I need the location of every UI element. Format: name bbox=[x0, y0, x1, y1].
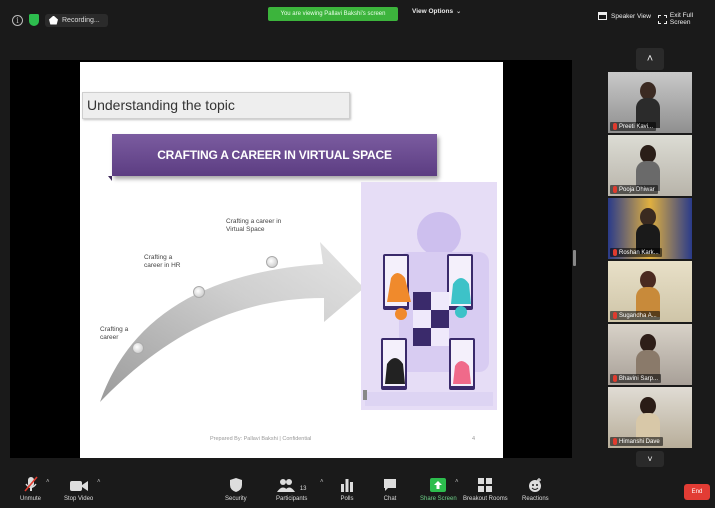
slide-page-number: 4 bbox=[472, 436, 476, 442]
meeting-toolbar: Unmute ˄ Stop Video ˄ Security 13 Partic… bbox=[0, 470, 715, 508]
step-marker-1 bbox=[132, 342, 144, 354]
participant-tile[interactable]: Himanshi Dave bbox=[608, 387, 692, 448]
step-label-3: Crafting a career in Virtual Space bbox=[226, 218, 282, 233]
participant-tile[interactable]: Pooja Dhiwar bbox=[608, 135, 692, 196]
step-marker-3 bbox=[266, 256, 278, 268]
share-screen-icon bbox=[430, 476, 447, 492]
slide-banner-text: CRAFTING A CAREER IN VIRTUAL SPACE bbox=[157, 148, 392, 162]
chevron-down-icon: ⌄ bbox=[456, 9, 462, 15]
stop-video-button[interactable]: Stop Video bbox=[64, 476, 93, 502]
polls-button[interactable]: Polls bbox=[340, 476, 354, 502]
participants-label: Participants bbox=[276, 496, 308, 502]
shield-icon[interactable] bbox=[29, 14, 39, 26]
chevron-down-icon[interactable]: ˅ bbox=[636, 451, 664, 467]
participant-name: Sugandha A... bbox=[619, 312, 657, 319]
participant-tile[interactable]: Preeti Kavi... bbox=[608, 72, 692, 133]
slide-banner: CRAFTING A CAREER IN VIRTUAL SPACE bbox=[112, 134, 437, 176]
mic-muted-icon bbox=[23, 476, 38, 492]
participants-icon: 13 bbox=[276, 476, 307, 492]
chat-icon bbox=[383, 476, 397, 492]
reactions-button[interactable]: Reactions bbox=[522, 476, 549, 502]
mic-muted-icon bbox=[613, 438, 617, 445]
security-button[interactable]: Security bbox=[225, 476, 247, 502]
polls-label: Polls bbox=[340, 496, 354, 502]
recording-indicator[interactable]: Recording... bbox=[45, 13, 108, 27]
participant-tile[interactable]: Roshan Kark... bbox=[608, 198, 692, 259]
viewing-screen-banner: You are viewing Pallavi Bakshi's screen bbox=[268, 7, 398, 21]
exit-fullscreen-icon bbox=[658, 14, 667, 24]
breakout-rooms-button[interactable]: Breakout Rooms bbox=[463, 476, 508, 502]
mic-muted-icon bbox=[613, 249, 617, 256]
security-icon bbox=[229, 476, 242, 492]
unmute-label: Unmute bbox=[20, 496, 42, 502]
gallery-resize-handle[interactable] bbox=[573, 250, 576, 266]
participant-name: Himanshi Dave bbox=[619, 438, 660, 445]
breakout-icon bbox=[478, 476, 493, 492]
participant-name: Preeti Kavi... bbox=[619, 123, 654, 130]
audio-options-caret[interactable]: ˄ bbox=[46, 479, 50, 485]
step-marker-2 bbox=[193, 286, 205, 298]
slide-title: Understanding the topic bbox=[87, 97, 235, 113]
mic-muted-icon bbox=[613, 312, 617, 319]
share-screen-label: Share Screen bbox=[420, 496, 457, 502]
participants-options-caret[interactable]: ˄ bbox=[320, 479, 324, 485]
zoom-meeting-window: i Recording... You are viewing Pallavi B… bbox=[0, 0, 715, 508]
end-meeting-button[interactable]: End bbox=[684, 484, 710, 500]
slide-footer: Prepared By: Pallavi Bakshi | Confidenti… bbox=[210, 436, 312, 442]
step-label-1: Crafting a career bbox=[100, 326, 129, 341]
view-options-button[interactable]: View Options ⌄ bbox=[412, 8, 461, 15]
recording-icon bbox=[49, 15, 58, 25]
virtual-team-illustration bbox=[361, 182, 497, 410]
speaker-view-label: Speaker View bbox=[611, 12, 651, 20]
speaker-view-icon bbox=[598, 12, 607, 20]
banner-fold bbox=[108, 176, 112, 181]
polls-icon bbox=[340, 476, 354, 492]
speaker-view-button[interactable]: Speaker View bbox=[598, 12, 651, 20]
presentation-slide: Understanding the topic CRAFTING A CAREE… bbox=[80, 62, 503, 458]
mic-muted-icon bbox=[613, 186, 617, 193]
exit-fullscreen-label: Exit Full Screen bbox=[669, 12, 694, 26]
slide-title-box: Understanding the topic bbox=[82, 92, 350, 119]
info-icon[interactable]: i bbox=[12, 14, 23, 26]
view-options-label: View Options bbox=[412, 8, 454, 15]
chat-label: Chat bbox=[383, 496, 397, 502]
unmute-button[interactable]: Unmute bbox=[20, 476, 41, 502]
chat-button[interactable]: Chat bbox=[383, 476, 397, 502]
participant-name: Bhavini Sarp... bbox=[619, 375, 659, 382]
breakout-rooms-label: Breakout Rooms bbox=[463, 496, 508, 502]
participant-name: Pooja Dhiwar bbox=[619, 186, 655, 193]
recording-label: Recording... bbox=[62, 16, 100, 24]
chevron-up-icon[interactable]: ˄ bbox=[636, 48, 664, 70]
stop-video-label: Stop Video bbox=[64, 496, 94, 502]
meeting-status: i Recording... bbox=[12, 12, 108, 28]
participant-name: Roshan Kark... bbox=[619, 249, 659, 256]
share-screen-button[interactable]: Share Screen bbox=[420, 476, 457, 502]
mic-muted-icon bbox=[613, 375, 617, 382]
participant-tile[interactable]: Sugandha A... bbox=[608, 261, 692, 322]
participants-count: 13 bbox=[299, 486, 307, 492]
reactions-icon bbox=[528, 476, 542, 492]
participant-tile[interactable]: Bhavini Sarp... bbox=[608, 324, 692, 385]
video-options-caret[interactable]: ˄ bbox=[97, 479, 101, 485]
mic-muted-icon bbox=[613, 123, 617, 130]
security-label: Security bbox=[225, 496, 247, 502]
video-icon bbox=[69, 476, 88, 492]
reactions-label: Reactions bbox=[522, 496, 549, 502]
step-label-2: Crafting a career in HR bbox=[144, 254, 181, 269]
participants-button[interactable]: 13 Participants bbox=[276, 476, 307, 502]
top-bar: i Recording... You are viewing Pallavi B… bbox=[0, 0, 715, 42]
share-options-caret[interactable]: ˄ bbox=[455, 479, 459, 485]
exit-fullscreen-button[interactable]: Exit Full Screen bbox=[658, 12, 715, 26]
